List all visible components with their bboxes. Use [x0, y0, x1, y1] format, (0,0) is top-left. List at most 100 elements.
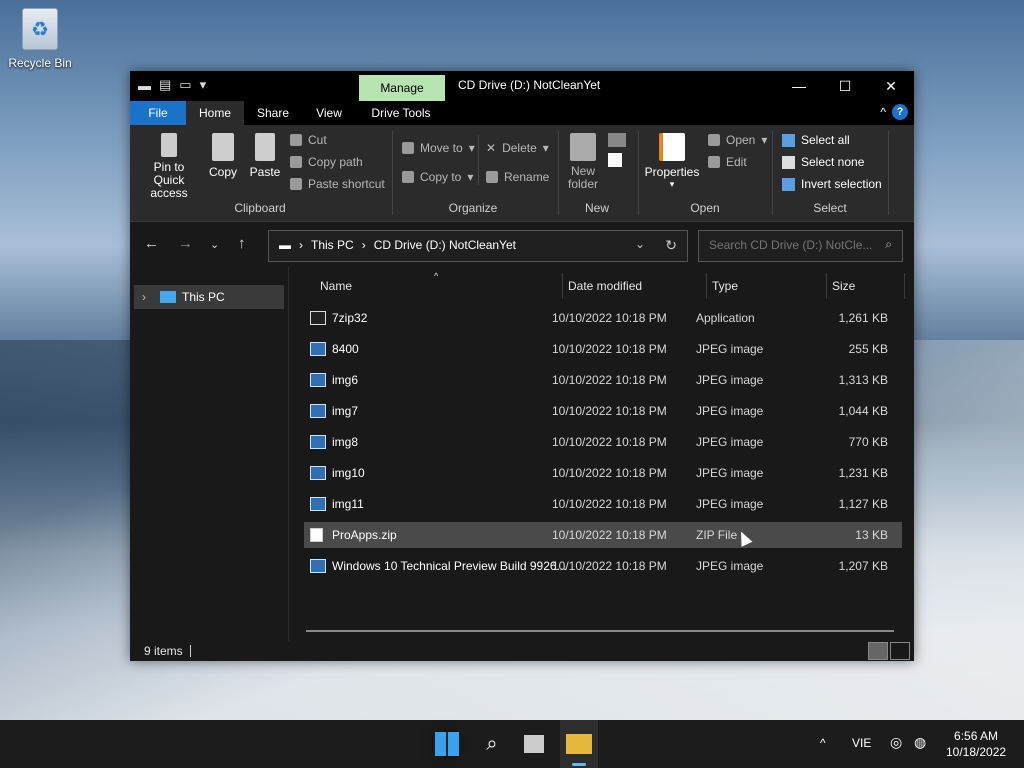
copy-path-button[interactable]: Copy path: [290, 155, 363, 169]
file-row[interactable]: img10 10/10/2022 10:18 PM JPEG image 1,2…: [304, 460, 902, 486]
show-hidden-icons-chevron-icon[interactable]: ^: [820, 736, 826, 750]
file-row[interactable]: img6 10/10/2022 10:18 PM JPEG image 1,31…: [304, 367, 902, 393]
paste-shortcut-icon: [290, 178, 302, 190]
refresh-icon[interactable]: ↻: [665, 237, 677, 254]
easy-access-icon[interactable]: [608, 153, 622, 167]
recent-locations-chevron-icon[interactable]: ⌄: [210, 238, 219, 251]
tab-view[interactable]: View: [302, 101, 356, 125]
properties-button[interactable]: Properties ▾: [644, 133, 700, 190]
paste-shortcut-label: Paste shortcut: [308, 177, 385, 191]
file-row[interactable]: img8 10/10/2022 10:18 PM JPEG image 770 …: [304, 429, 902, 455]
new-folder-quick-icon[interactable]: ▭: [179, 77, 191, 93]
expand-chevron-icon[interactable]: ›: [142, 285, 146, 309]
edit-icon: [708, 156, 720, 168]
tab-drive-tools[interactable]: Drive Tools: [360, 101, 442, 125]
cut-button[interactable]: Cut: [290, 133, 327, 147]
invert-selection-button[interactable]: Invert selection: [782, 177, 882, 191]
language-indicator[interactable]: VIE: [852, 736, 871, 750]
column-divider[interactable]: [562, 273, 563, 299]
breadcrumb-this-pc[interactable]: This PC: [311, 238, 354, 252]
file-date: 10/10/2022 10:18 PM: [552, 342, 667, 356]
open-button[interactable]: Open ▾: [708, 133, 767, 147]
column-divider[interactable]: [904, 273, 905, 299]
properties-label: Properties: [644, 165, 700, 179]
taskbar: ⌕ ^ VIE ◎ ◍ 6:56 AM 10/18/2022: [0, 720, 1024, 768]
properties-quick-icon[interactable]: ▤: [159, 77, 171, 93]
new-folder-button[interactable]: New folder: [564, 133, 602, 191]
customize-quick-access-icon[interactable]: ▾: [200, 77, 207, 93]
column-divider[interactable]: [706, 273, 707, 299]
column-divider[interactable]: [826, 273, 827, 299]
address-bar[interactable]: ▬ › This PC › CD Drive (D:) NotCleanYet …: [268, 230, 688, 262]
column-header-date[interactable]: Date modified: [568, 273, 642, 299]
maximize-button[interactable]: ☐: [822, 71, 868, 101]
delete-button[interactable]: ✕ Delete ▾: [486, 141, 549, 155]
task-view-icon[interactable]: [524, 735, 544, 753]
up-arrow-icon[interactable]: ↑: [238, 235, 246, 252]
open-icon: [708, 134, 720, 146]
copy-to-label: Copy to: [420, 170, 462, 184]
paste-button[interactable]: Paste: [248, 133, 282, 179]
tab-file[interactable]: File: [130, 101, 186, 125]
move-to-button[interactable]: Move to ▾: [402, 141, 475, 155]
recycle-bin-desktop-icon[interactable]: Recycle Bin: [6, 8, 74, 70]
file-row[interactable]: 8400 10/10/2022 10:18 PM JPEG image 255 …: [304, 336, 902, 362]
rename-button[interactable]: Rename: [486, 170, 549, 184]
column-header-type[interactable]: Type: [712, 273, 738, 299]
scissors-icon: [290, 134, 302, 146]
file-name: img10: [332, 466, 365, 480]
back-arrow-icon[interactable]: ←: [144, 235, 159, 252]
pin-to-quick-access-button[interactable]: Pin to Quick access: [138, 133, 200, 200]
copy-to-button[interactable]: Copy to ▾: [402, 170, 473, 184]
file-row[interactable]: img11 10/10/2022 10:18 PM JPEG image 1,1…: [304, 491, 902, 517]
close-button[interactable]: ✕: [868, 71, 914, 101]
paste-shortcut-button[interactable]: Paste shortcut: [290, 177, 385, 191]
file-date: 10/10/2022 10:18 PM: [552, 435, 667, 449]
divider: [772, 131, 773, 215]
network-globe-icon[interactable]: ◎: [890, 734, 902, 751]
column-header-name[interactable]: Name: [320, 273, 352, 299]
paste-label: Paste: [249, 165, 281, 179]
breadcrumb-drive[interactable]: CD Drive (D:) NotCleanYet: [374, 238, 516, 252]
jpeg-image-icon: [310, 497, 326, 511]
tab-share[interactable]: Share: [246, 101, 300, 125]
clock[interactable]: 6:56 AM 10/18/2022: [946, 728, 1006, 760]
select-none-button[interactable]: Select none: [782, 155, 864, 169]
edit-button[interactable]: Edit: [708, 155, 747, 169]
start-windows-icon[interactable]: [435, 732, 459, 756]
search-box[interactable]: ⌕: [698, 230, 903, 262]
drive-icon: ▬: [279, 238, 291, 252]
file-name: Windows 10 Technical Preview Build 9926.…: [332, 559, 567, 573]
tab-manage[interactable]: Manage: [359, 75, 445, 103]
horizontal-scrollbar[interactable]: [306, 630, 894, 632]
file-row[interactable]: ProApps.zip 10/10/2022 10:18 PM ZIP File…: [304, 522, 902, 548]
nav-item-this-pc[interactable]: › This PC: [134, 285, 284, 309]
new-folder-label: New folder: [567, 164, 599, 191]
file-date: 10/10/2022 10:18 PM: [552, 528, 667, 542]
copy-button[interactable]: Copy: [206, 133, 240, 179]
minimize-button[interactable]: —: [776, 71, 822, 101]
new-group-label: New: [584, 201, 609, 215]
search-input[interactable]: [707, 237, 879, 253]
forward-arrow-icon[interactable]: →: [178, 235, 193, 252]
file-type: JPEG image: [696, 342, 764, 356]
file-row[interactable]: 7zip32 10/10/2022 10:18 PM Application 1…: [304, 305, 902, 331]
tab-home[interactable]: Home: [186, 101, 244, 125]
recycle-bin-label: Recycle Bin: [8, 56, 72, 70]
address-dropdown-icon[interactable]: ⌄: [635, 237, 645, 251]
volume-muted-icon[interactable]: ◍: [914, 734, 926, 751]
select-all-button[interactable]: Select all: [782, 133, 850, 147]
new-item-icon[interactable]: [608, 133, 626, 147]
file-row[interactable]: img7 10/10/2022 10:18 PM JPEG image 1,04…: [304, 398, 902, 424]
jpeg-image-icon: [310, 373, 326, 387]
file-explorer-icon[interactable]: [566, 734, 592, 754]
details-view-icon[interactable]: [868, 642, 888, 660]
file-row[interactable]: Windows 10 Technical Preview Build 9926.…: [304, 553, 902, 579]
large-icons-view-icon[interactable]: [890, 642, 910, 660]
search-icon[interactable]: ⌕: [480, 732, 504, 756]
column-header-size[interactable]: Size: [832, 273, 855, 299]
collapse-ribbon-icon[interactable]: ^: [880, 105, 886, 119]
help-icon[interactable]: ?: [892, 104, 908, 120]
divider: [478, 135, 479, 185]
divider: [392, 131, 393, 215]
